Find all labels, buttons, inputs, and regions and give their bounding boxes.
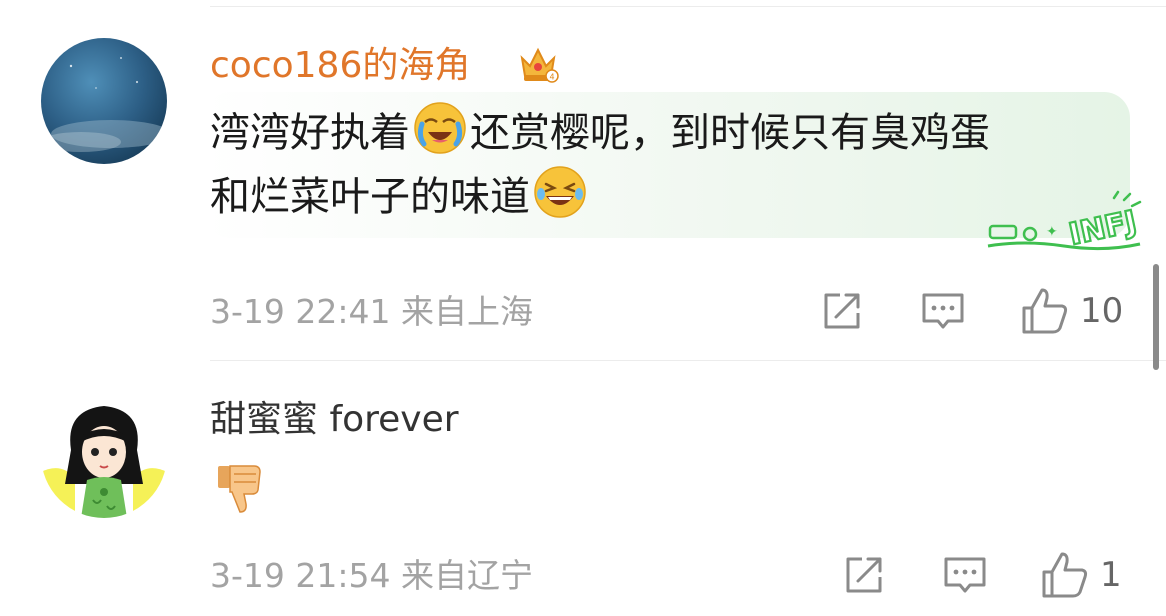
like-count: 10 [1080, 291, 1124, 331]
comment-divider [210, 360, 1166, 361]
comment-text-part: 湾湾好执着 [210, 110, 410, 156]
like-icon [1022, 288, 1068, 334]
crown-icon: 4 [516, 42, 560, 86]
svg-text:✦: ✦ [1046, 224, 1058, 240]
avatar[interactable] [41, 38, 167, 164]
comment-text-part: 和烂菜叶子的味道 [210, 174, 530, 220]
comment-meta: 3-19 21:54 来自辽宁 [210, 556, 533, 595]
username[interactable]: 甜蜜蜜 forever [210, 398, 459, 442]
comment-icon [944, 557, 986, 593]
scrollbar[interactable] [1153, 264, 1159, 370]
share-button[interactable] [820, 289, 864, 333]
username[interactable]: coco186的海角 [210, 44, 470, 88]
like-button[interactable]: 10 [1020, 286, 1123, 336]
infj-badge: ✦ INFJ [984, 190, 1148, 260]
comment-button[interactable] [920, 289, 966, 335]
crying-face-emoji [412, 100, 468, 156]
laughing-emoji [532, 164, 588, 220]
comment-icon [922, 293, 964, 329]
like-count: 1 [1100, 555, 1122, 595]
thumbs-down-emoji [212, 460, 268, 516]
top-divider [210, 6, 1166, 7]
share-icon [824, 293, 860, 329]
comment-meta: 3-19 22:41 来自上海 [210, 292, 533, 331]
like-icon [1042, 552, 1088, 598]
svg-text:4: 4 [549, 73, 554, 82]
share-icon [846, 557, 882, 593]
avatar[interactable] [41, 392, 167, 518]
like-button[interactable]: 1 [1040, 550, 1122, 600]
comment-button[interactable] [942, 553, 988, 599]
comment-text-part: 还赏樱呢，到时候只有臭鸡蛋 [470, 110, 990, 156]
share-button[interactable] [842, 553, 886, 597]
